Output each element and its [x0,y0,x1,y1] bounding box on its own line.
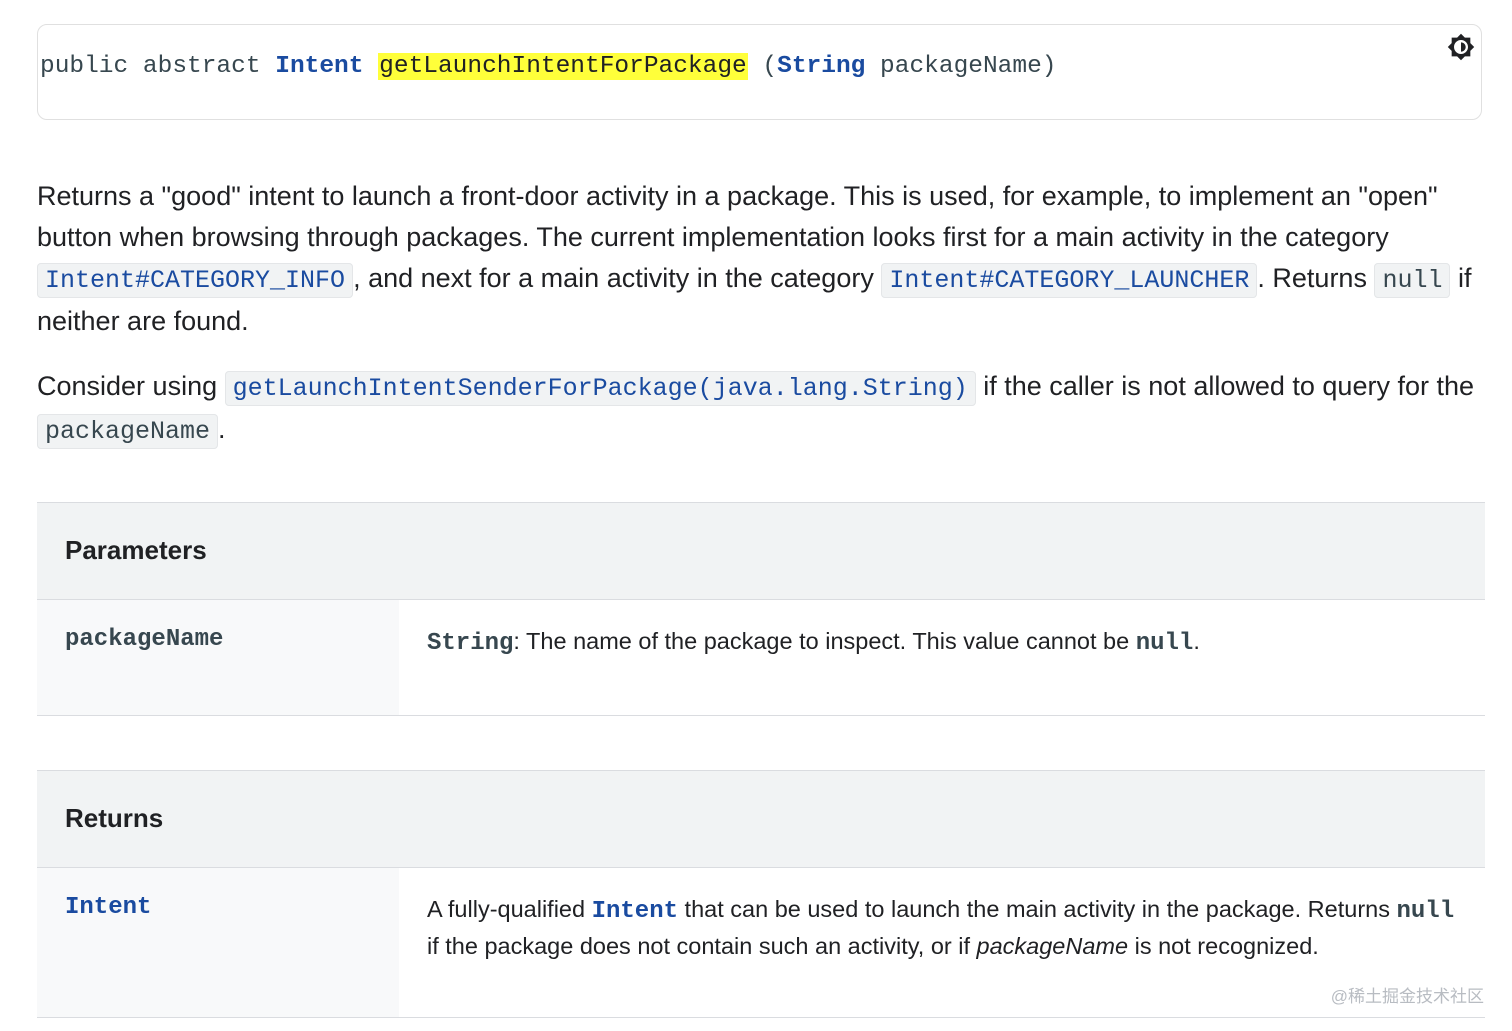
null-code: null [1374,263,1451,298]
package-name-code: packageName [37,414,219,449]
description-text: , and next for a main activity in the ca… [353,263,882,293]
method-name-highlighted: getLaunchIntentForPackage [378,53,748,80]
table-row: packageName String: The name of the pack… [37,600,1485,716]
param-type: String [427,630,514,657]
signature-param-name: packageName) [865,53,1057,80]
returns-table-header: Returns [37,770,1485,868]
return-desc-text: that can be used to launch the main acti… [678,896,1397,922]
return-type-link[interactable]: Intent [65,894,151,921]
param-description: String: The name of the package to inspe… [427,624,1457,661]
return-type-cell: Intent [37,868,399,1017]
signature-open-paren: ( [747,53,778,80]
description-text: Consider using [37,371,225,401]
intent-sender-method-link[interactable]: getLaunchIntentSenderForPackage(java.lan… [224,371,976,406]
parameters-table: Parameters packageName String: The name … [37,502,1485,716]
parameters-table-header: Parameters [37,502,1485,600]
parameters-heading: Parameters [65,535,207,565]
consider-using-paragraph: Consider using getLaunchIntentSenderForP… [37,366,1477,452]
description-text: if the caller is not allowed to query fo… [975,371,1474,401]
category-info-link[interactable]: Intent#CATEGORY_INFO [37,263,354,298]
param-type-link[interactable]: String [777,53,865,80]
param-name: packageName [65,626,224,653]
method-description-paragraph: Returns a "good" intent to launch a fron… [37,176,1477,342]
description-text: Returns a "good" intent to launch a fron… [37,181,1438,252]
return-description: A fully-qualified Intent that can be use… [427,892,1457,963]
theme-toggle-button[interactable] [1445,31,1477,63]
description-text: . [218,414,226,444]
param-name-cell: packageName [37,600,399,715]
package-name-italic: packageName [976,933,1129,959]
signature-modifiers: public abstract [40,53,276,80]
watermark: @稀土掘金技术社区 [1330,987,1484,1006]
return-desc-text: is not recognized. [1128,933,1319,959]
null-code: null [1396,898,1455,925]
null-code: null [1135,630,1194,657]
table-row: Intent A fully-qualified Intent that can… [37,868,1485,1018]
description-text: . Returns [1257,263,1375,293]
param-desc-text: . [1193,628,1200,654]
method-signature: public abstract Intent getLaunchIntentFo… [40,51,1057,83]
return-desc-text: A fully-qualified [427,896,592,922]
return-desc-text: if the package does not contain such an … [427,933,977,959]
intent-link[interactable]: Intent [592,898,678,925]
category-launcher-link[interactable]: Intent#CATEGORY_LAUNCHER [881,263,1258,298]
param-desc-text: : The name of the package to inspect. Th… [513,628,1136,654]
return-type-link[interactable]: Intent [275,53,363,80]
brightness-icon [1447,33,1475,61]
returns-heading: Returns [65,803,164,833]
method-signature-block: public abstract Intent getLaunchIntentFo… [37,24,1482,120]
returns-table: Returns Intent A fully-qualified Intent … [37,770,1485,1018]
